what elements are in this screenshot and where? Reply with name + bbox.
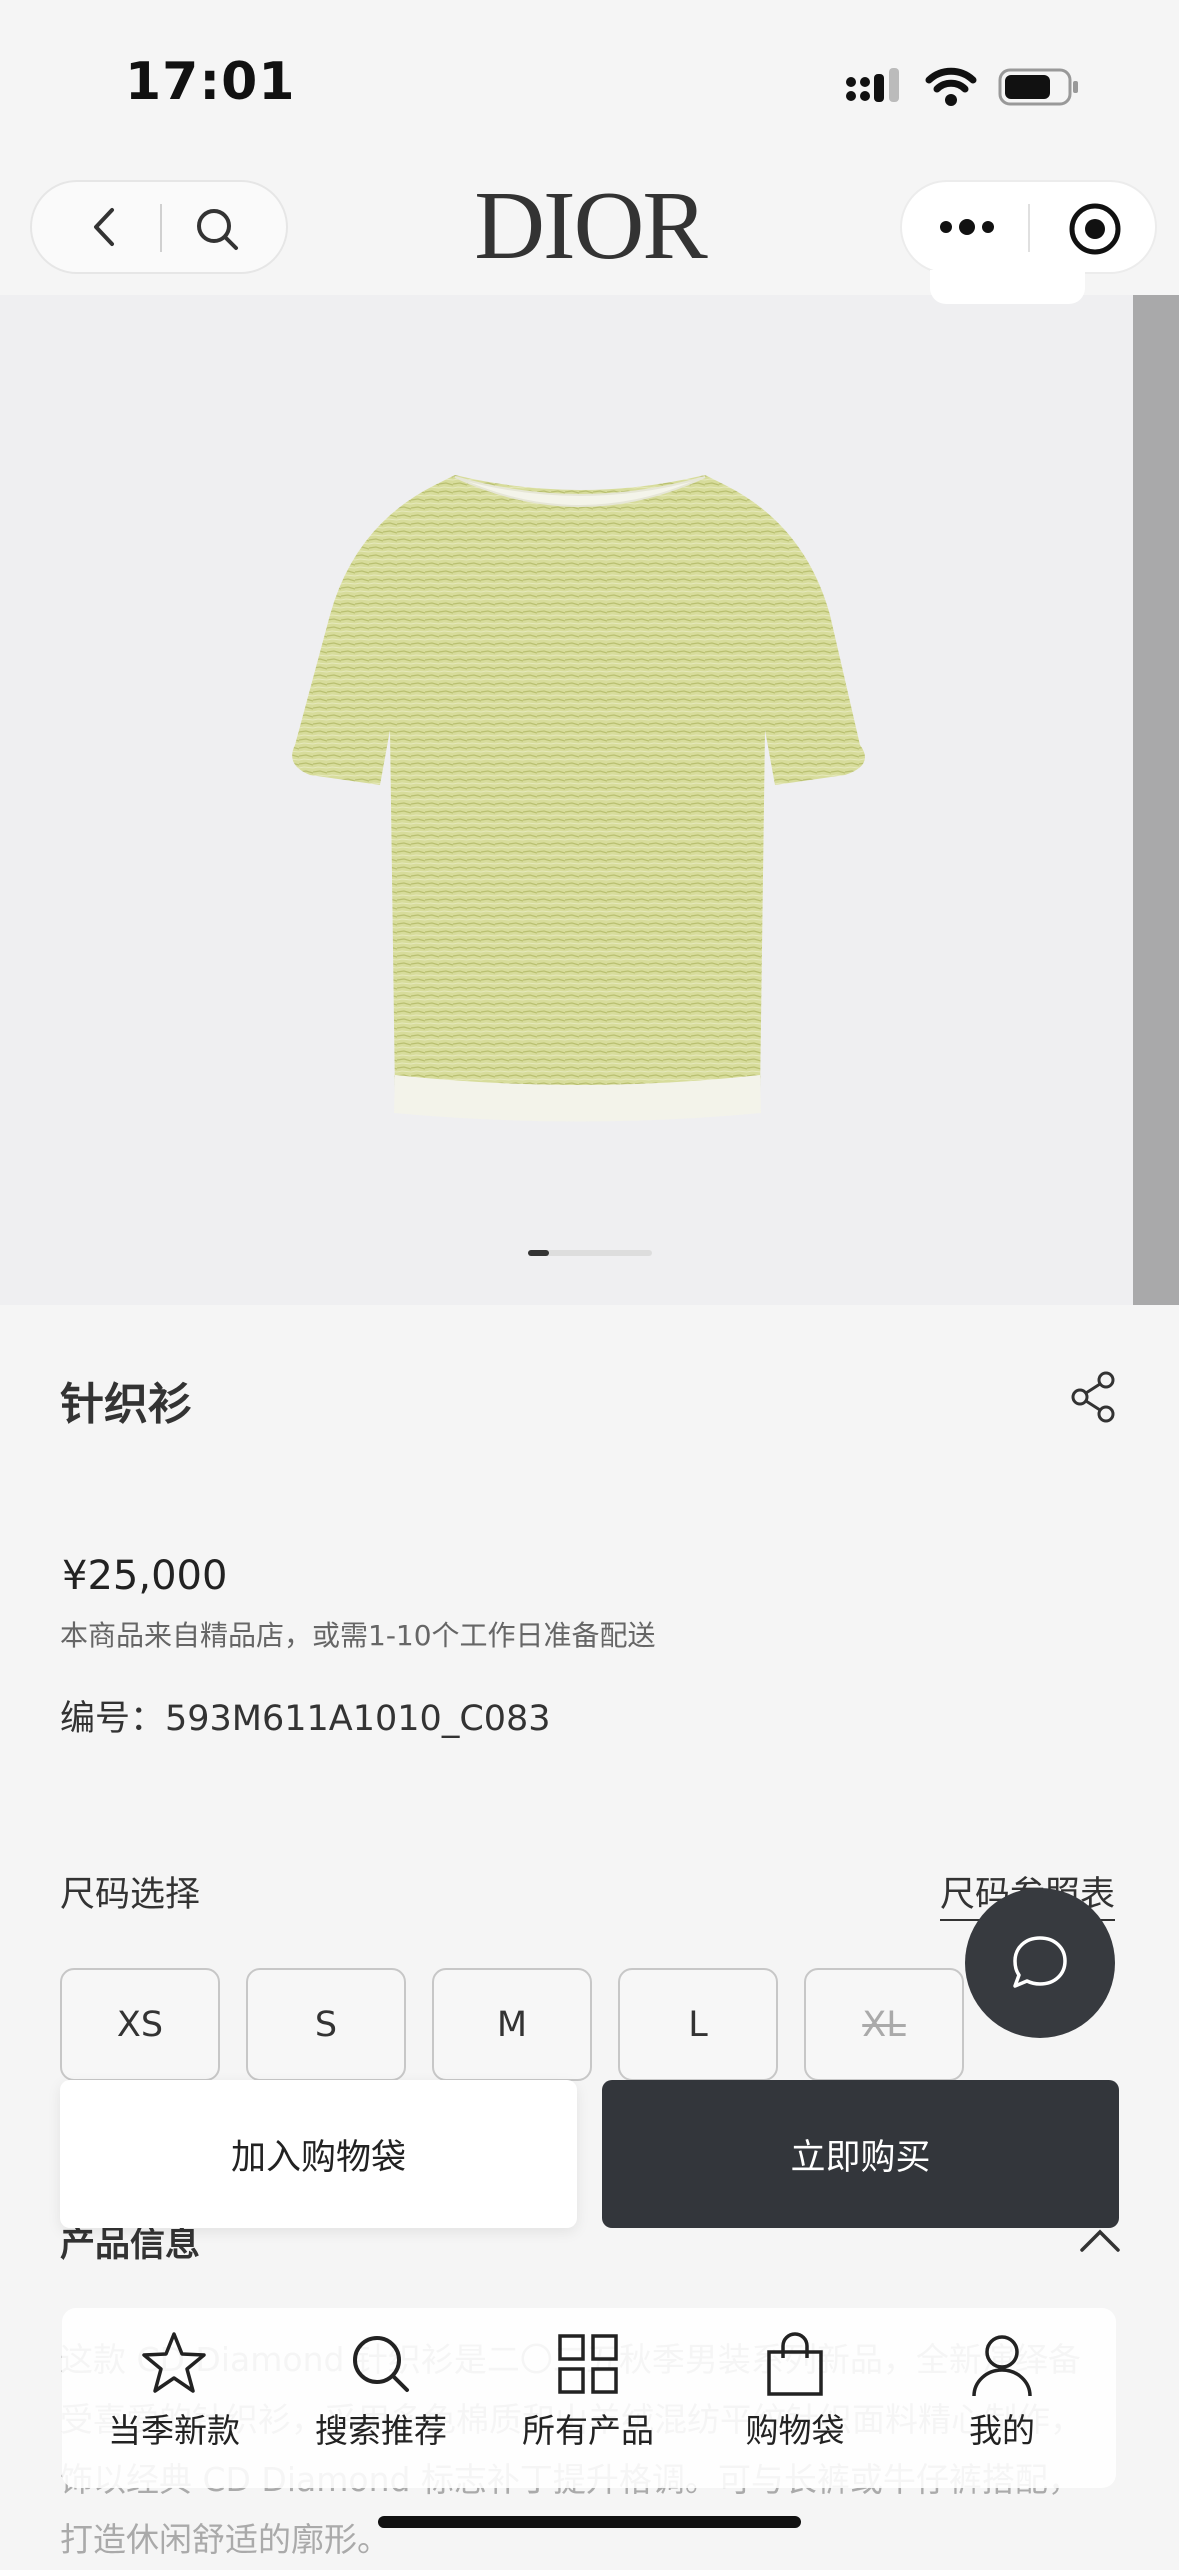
chat-button[interactable] xyxy=(965,1888,1115,2038)
search-icon xyxy=(353,2336,409,2392)
buy-now-button[interactable]: 立即购买 xyxy=(602,2080,1119,2228)
tab-label: 搜索推荐 xyxy=(315,2411,447,2450)
size-option-xs[interactable]: XS xyxy=(60,1968,220,2081)
size-option-l[interactable]: L xyxy=(618,1968,778,2081)
signal-icon xyxy=(846,68,899,102)
carousel-indicator-active xyxy=(528,1250,549,1256)
tab-label: 当季新款 xyxy=(108,2411,240,2450)
size-option-s[interactable]: S xyxy=(246,1968,406,2081)
divider xyxy=(160,204,162,252)
add-to-bag-button[interactable]: 加入购物袋 xyxy=(60,2080,577,2228)
battery-icon xyxy=(998,68,1078,106)
nav-right-capsule xyxy=(900,180,1157,274)
image-tab xyxy=(930,270,1085,304)
chevron-up-icon[interactable] xyxy=(1078,2226,1122,2256)
tab-new-season[interactable]: 当季新款 xyxy=(84,2328,264,2478)
tab-label: 购物袋 xyxy=(745,2411,845,2450)
size-option-xl: XL xyxy=(804,1968,964,2081)
carousel-indicator xyxy=(528,1250,652,1256)
product-title: 针织衫 xyxy=(60,1379,192,1430)
tab-label: 我的 xyxy=(969,2411,1035,2450)
product-image xyxy=(292,475,866,1122)
nav-left-capsule xyxy=(30,180,288,274)
tab-all-products[interactable]: 所有产品 xyxy=(498,2328,678,2478)
brand-logo[interactable]: DIOR xyxy=(460,176,720,276)
wifi-icon xyxy=(925,67,977,106)
tab-search[interactable]: 搜索推荐 xyxy=(291,2328,471,2478)
back-icon[interactable] xyxy=(82,204,128,250)
product-price: ¥25,000 xyxy=(62,1553,228,1599)
share-icon[interactable] xyxy=(1068,1370,1118,1424)
size-option-m[interactable]: M xyxy=(432,1968,592,2081)
next-image-preview[interactable] xyxy=(1133,295,1179,1305)
tab-bag[interactable]: 购物袋 xyxy=(705,2328,885,2478)
shipping-note: 本商品来自精品店，或需1-10个工作日准备配送 xyxy=(60,1619,656,1652)
tab-me[interactable]: 我的 xyxy=(912,2328,1092,2478)
size-select-label: 尺码选择 xyxy=(60,1875,201,1915)
close-miniprogram-icon[interactable] xyxy=(1068,202,1122,256)
grid-icon xyxy=(558,2334,618,2394)
tab-label: 所有产品 xyxy=(522,2411,654,2450)
search-icon[interactable] xyxy=(192,204,242,254)
chat-icon xyxy=(1013,1936,1067,1988)
home-indicator xyxy=(378,2516,801,2528)
user-icon xyxy=(972,2335,1032,2397)
bag-icon xyxy=(767,2332,823,2396)
star-icon xyxy=(142,2332,206,2393)
product-code: 编号：593M611A1010_C083 xyxy=(60,1699,551,1739)
status-time: 17:01 xyxy=(125,52,296,112)
more-icon[interactable] xyxy=(936,207,998,247)
bottom-tab-bar: 当季新款 搜索推荐 所有产品 购物袋 我的 xyxy=(62,2308,1116,2488)
divider xyxy=(1028,204,1030,252)
